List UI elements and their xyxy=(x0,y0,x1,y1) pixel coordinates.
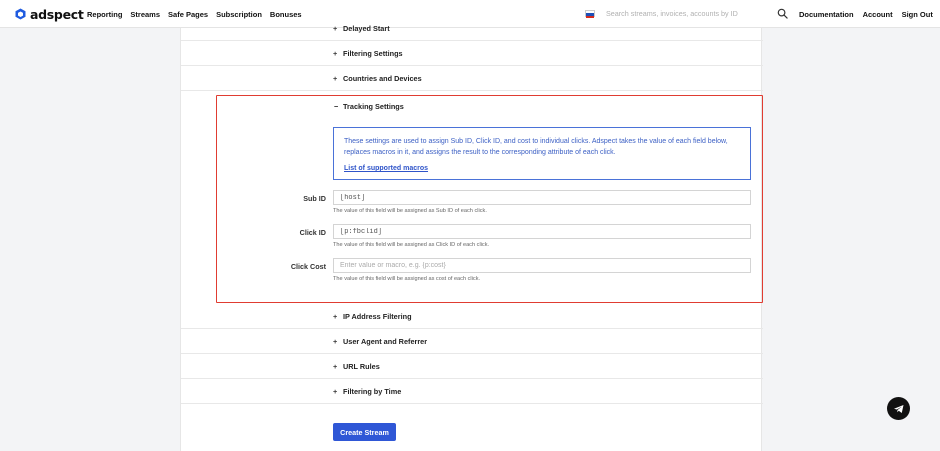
search-icon[interactable] xyxy=(777,8,788,19)
adspect-logo-icon xyxy=(15,8,26,20)
click-cost-help: The value of this field will be assigned… xyxy=(333,276,481,282)
section-countries-and-devices[interactable]: + Countries and Devices xyxy=(181,66,763,91)
expand-icon: + xyxy=(333,24,338,33)
nav-reporting[interactable]: Reporting xyxy=(87,10,122,19)
info-notice: These settings are used to assign Sub ID… xyxy=(333,127,751,180)
section-label: Delayed Start xyxy=(343,24,390,33)
section-title[interactable]: Tracking Settings xyxy=(343,102,404,111)
nav-documentation[interactable]: Documentation xyxy=(799,10,854,19)
nav-sign-out[interactable]: Sign Out xyxy=(902,10,933,19)
section-label: URL Rules xyxy=(343,362,380,371)
click-cost-field[interactable] xyxy=(333,258,751,273)
section-tracking-settings: − Tracking Settings These settings are u… xyxy=(216,95,763,303)
account-nav: Documentation Account Sign Out xyxy=(799,10,933,19)
section-label: Filtering Settings xyxy=(343,49,403,58)
click-id-field[interactable] xyxy=(333,224,751,239)
click-id-label: Click ID xyxy=(299,228,326,237)
section-label: Filtering by Time xyxy=(343,387,402,396)
sub-id-help: The value of this field will be assigned… xyxy=(333,208,487,214)
expand-icon: + xyxy=(333,387,338,396)
section-url-rules[interactable]: + URL Rules xyxy=(181,354,763,379)
sub-id-label: Sub ID xyxy=(303,194,326,203)
section-delayed-start[interactable]: + Delayed Start xyxy=(181,16,763,41)
collapse-icon[interactable]: − xyxy=(334,102,342,111)
section-label: User Agent and Referrer xyxy=(343,337,428,346)
expand-icon: + xyxy=(333,49,338,58)
section-filtering-settings[interactable]: + Filtering Settings xyxy=(181,41,763,66)
brand-logo[interactable]: adspect xyxy=(15,6,84,22)
expand-icon: + xyxy=(333,312,338,321)
section-user-agent-and-referrer[interactable]: + User Agent and Referrer xyxy=(181,329,763,354)
expand-icon: + xyxy=(333,74,338,83)
section-label: Countries and Devices xyxy=(343,74,422,83)
telegram-icon xyxy=(893,404,903,413)
info-text: These settings are used to assign Sub ID… xyxy=(344,138,728,156)
nav-streams[interactable]: Streams xyxy=(130,10,160,19)
nav-account[interactable]: Account xyxy=(863,10,893,19)
telegram-chat-button[interactable] xyxy=(887,397,910,420)
click-cost-label: Click Cost xyxy=(290,262,326,271)
create-stream-button[interactable]: Create Stream xyxy=(333,423,396,441)
section-ip-address-filtering[interactable]: + IP Address Filtering xyxy=(181,304,763,329)
click-id-help: The value of this field will be assigned… xyxy=(333,242,490,248)
section-label: IP Address Filtering xyxy=(343,312,412,321)
brand-name: adspect xyxy=(30,6,84,22)
expand-icon: + xyxy=(333,337,338,346)
expand-icon: + xyxy=(333,362,338,371)
supported-macros-link[interactable]: List of supported macros xyxy=(344,165,428,172)
sub-id-field[interactable] xyxy=(333,190,751,205)
section-filtering-by-time[interactable]: + Filtering by Time xyxy=(181,379,763,404)
